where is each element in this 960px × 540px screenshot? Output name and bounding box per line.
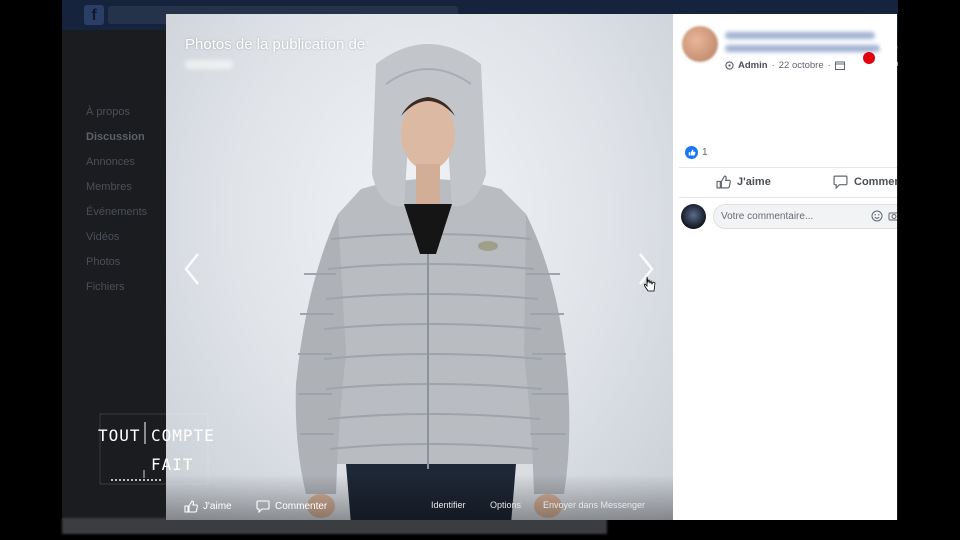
comment-input-icons [871,210,897,222]
sidebar-item[interactable]: À propos [86,100,166,125]
photo-footer: J'aime Commenter Identifier Options Envo… [166,474,673,520]
comment-icon [833,175,848,189]
jacket-model-image [295,44,570,520]
photo-header: Photos de la publication de [185,36,366,53]
camera-icon[interactable] [888,210,897,222]
comment-input[interactable]: Votre commentaire... [713,204,897,229]
show-title-word: TOUT [98,426,141,445]
calendar-icon [834,61,845,70]
like-reaction-icon [685,146,698,159]
blurred-caption [620,522,900,532]
cursor-icon [644,276,656,292]
photo-options-link[interactable]: Options [490,500,521,510]
send-messenger-link[interactable]: Envoyer dans Messenger [543,500,645,510]
show-title-word: COMPTE [151,426,215,445]
show-title-word: FAIT [151,455,194,474]
blurred-strip [62,518,607,534]
sidebar-item[interactable]: Annonces [86,150,166,175]
blurred-author-line [725,45,880,52]
tag-photo-link[interactable]: Identifier [431,500,466,510]
emoji-icon[interactable] [871,210,883,222]
post-date[interactable]: 22 octobre [779,60,824,71]
show-title-dotted-bar [111,479,161,482]
photo-comment-label: Commenter [275,501,328,512]
reaction-summary[interactable]: 1 [685,146,708,159]
photo-like-label: J'aime [203,501,232,512]
sidebar-item[interactable]: Photos [86,250,166,275]
svg-text:2: 2 [879,33,899,70]
viewer-avatar [681,204,706,229]
group-sidebar: À propos Discussion Annonces Membres Événeme… [86,100,166,300]
france2-logo: 2 [863,33,899,70]
like-label: J'aime [737,176,771,188]
reaction-count: 1 [702,147,708,158]
sidebar-item[interactable]: Événements [86,200,166,225]
lightbox-photo[interactable]: Photos de la publication de J'aime Comme… [166,14,673,520]
post-meta: Admin · 22 octobre · [725,60,845,71]
thumbs-up-icon [184,500,198,513]
sidebar-item[interactable]: Fichiers [86,275,166,300]
sidebar-item[interactable]: Membres [86,175,166,200]
sidebar-item[interactable]: Vidéos [86,225,166,250]
blurred-author-line [725,32,875,39]
blurred-author-name [185,60,233,69]
comments-panel: Admin · 22 octobre · 1 J'aime Commenter … [673,14,897,520]
globe-icon [725,61,734,70]
photo-like-button[interactable]: J'aime [184,500,232,513]
photo-comment-button[interactable]: Commenter [256,500,327,513]
thumbs-up-icon [716,175,731,189]
divider [679,197,897,198]
divider [679,167,897,168]
like-button[interactable]: J'aime [716,175,771,189]
comment-icon [256,500,270,513]
comment-label: Commenter [854,176,897,188]
author-avatar[interactable] [682,26,718,62]
facebook-icon: f [84,5,104,25]
admin-badge: Admin [738,60,768,71]
sidebar-item[interactable]: Discussion [86,125,166,150]
chevron-left-icon[interactable] [182,252,202,286]
comment-button[interactable]: Commenter [833,175,897,189]
